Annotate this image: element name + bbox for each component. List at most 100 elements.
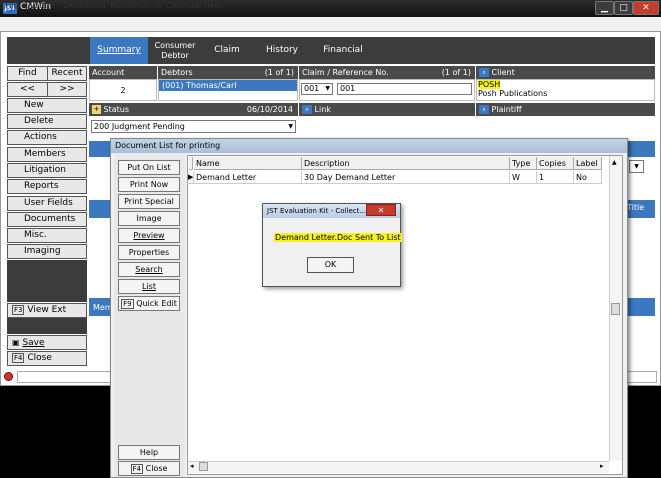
- link-search-icon[interactable]: ⌕: [302, 105, 312, 114]
- quick-edit-label: Quick Edit: [136, 299, 177, 308]
- popup-message: Demand Letter.Doc Sent To List: [274, 233, 402, 242]
- image-button[interactable]: Image: [118, 211, 180, 226]
- row-label[interactable]: No: [574, 171, 602, 184]
- save-button[interactable]: ▣ Save: [7, 335, 87, 350]
- status-light-icon: [4, 372, 13, 381]
- sidebar-documents[interactable]: Documents: [7, 212, 87, 227]
- client-cell: POSH Posh Publications: [476, 79, 655, 101]
- debtors-count: (1 of 1): [264, 68, 294, 77]
- tab-consumer-debtor[interactable]: Consumer Debtor: [150, 37, 200, 64]
- claim-select-value: 001: [304, 84, 320, 93]
- debtor-item[interactable]: (001) Thomas/Carl: [159, 80, 297, 91]
- put-on-list-button[interactable]: Put On List: [118, 160, 180, 175]
- title-column-label: Title: [627, 203, 645, 212]
- close-label: Close: [27, 353, 52, 363]
- help-button[interactable]: Help: [118, 445, 180, 460]
- col-description[interactable]: Description: [302, 157, 510, 170]
- client-label: Client: [491, 68, 515, 77]
- print-special-button[interactable]: Print Special: [118, 194, 180, 209]
- document-list[interactable]: [187, 155, 623, 475]
- chevron-down-icon: ▼: [288, 123, 293, 130]
- status-label: Status: [103, 105, 130, 114]
- sidebar-members[interactable]: Members: [7, 147, 87, 162]
- row-description[interactable]: 30 Day Demand Letter: [302, 171, 510, 184]
- menu-calendar[interactable]: Calendar: [166, 1, 202, 10]
- maximize-button[interactable]: □: [614, 1, 633, 15]
- row-pointer-icon: ▶: [187, 171, 194, 184]
- search-button[interactable]: Search: [118, 262, 180, 277]
- tab-summary[interactable]: Summary: [90, 37, 148, 64]
- sidebar-misc[interactable]: Misc.: [7, 228, 87, 243]
- h-scroll-thumb[interactable]: [199, 462, 208, 471]
- quick-edit-button[interactable]: F9 Quick Edit: [118, 296, 180, 311]
- ok-button[interactable]: OK: [307, 257, 354, 273]
- row-name[interactable]: Demand Letter: [194, 171, 302, 184]
- properties-button[interactable]: Properties: [118, 245, 180, 260]
- scroll-up-icon[interactable]: ▲: [612, 159, 617, 166]
- sidebar-delete[interactable]: Delete: [7, 114, 87, 129]
- horizontal-scrollbar[interactable]: [188, 461, 609, 473]
- view-ext-button[interactable]: F3 View Ext: [7, 303, 87, 318]
- plaintiff-label: Plaintiff: [491, 105, 522, 114]
- tab-financial[interactable]: Financial: [318, 37, 368, 64]
- print-now-button[interactable]: Print Now: [118, 177, 180, 192]
- sidebar-user-fields[interactable]: User Fields: [7, 196, 87, 211]
- row-copies[interactable]: 1: [537, 171, 574, 184]
- link-label: Link: [314, 105, 331, 114]
- menu-system[interactable]: System: [25, 1, 55, 10]
- sidebar-spacer-2: [7, 318, 87, 334]
- next-button[interactable]: >>: [47, 82, 87, 97]
- minimize-button[interactable]: ▁: [595, 1, 614, 15]
- debtors-header: Debtors (1 of 1): [158, 66, 298, 79]
- client-search-icon[interactable]: ⌕: [479, 68, 489, 77]
- col-type[interactable]: Type: [510, 157, 537, 170]
- status-icon: +: [92, 105, 101, 114]
- status-value: 200 Judgment Pending: [94, 122, 185, 131]
- sidebar-litigation[interactable]: Litigation: [7, 163, 87, 178]
- close-key: F4: [12, 353, 25, 363]
- col-name[interactable]: Name: [194, 157, 302, 170]
- find-button[interactable]: Find: [7, 66, 48, 81]
- scroll-left-icon[interactable]: ◂: [190, 462, 194, 470]
- tab-claim[interactable]: Claim: [212, 37, 242, 64]
- row-marker-header: [189, 157, 193, 170]
- list-button[interactable]: List: [118, 279, 180, 294]
- account-header: Account: [89, 66, 157, 79]
- menu-definitions[interactable]: Definitions: [63, 1, 106, 10]
- claim-select[interactable]: 001 ▼: [301, 83, 333, 95]
- tab-history[interactable]: History: [262, 37, 302, 64]
- client-code: POSH: [478, 80, 501, 89]
- tab-consumer-line1: Consumer: [154, 41, 196, 50]
- close-button[interactable]: F4 Close: [7, 351, 87, 366]
- recent-button[interactable]: Recent: [47, 66, 87, 81]
- client-name: Posh Publications: [478, 89, 548, 98]
- menu-bar: [0, 17, 661, 31]
- view-ext-label: View Ext: [27, 305, 67, 315]
- status-select[interactable]: 200 Judgment Pending ▼: [91, 120, 296, 133]
- sidebar-actions[interactable]: Actions: [7, 130, 87, 145]
- row-type[interactable]: W: [510, 171, 537, 184]
- menu-maintenance[interactable]: Maintenance: [110, 1, 162, 10]
- prev-button[interactable]: <<: [7, 82, 48, 97]
- claim-count: (1 of 1): [441, 68, 471, 77]
- sidebar-new[interactable]: New: [7, 98, 87, 113]
- col-label[interactable]: Label: [574, 157, 602, 170]
- popup-close-button[interactable]: ✕: [366, 204, 396, 216]
- debtors-list[interactable]: (001) Thomas/Carl: [158, 79, 298, 101]
- status-header: + Status 06/10/2014: [89, 103, 298, 116]
- preview-button[interactable]: Preview: [118, 228, 180, 243]
- col-copies[interactable]: Copies: [537, 157, 574, 170]
- scroll-thumb[interactable]: [611, 303, 620, 315]
- plaintiff-header: ⌕ Plaintiff: [476, 103, 655, 116]
- dialog-close-button[interactable]: F4 Close: [118, 461, 180, 476]
- scroll-right-icon[interactable]: ▸: [600, 462, 604, 470]
- chevron-down-icon[interactable]: ▼: [629, 160, 644, 173]
- menu-help[interactable]: Help: [204, 1, 222, 10]
- plaintiff-search-icon[interactable]: ⌕: [479, 105, 489, 114]
- sidebar-imaging[interactable]: Imaging: [7, 244, 87, 259]
- claim-input[interactable]: 001: [337, 83, 472, 95]
- save-icon: ▣: [12, 338, 20, 347]
- sidebar-reports[interactable]: Reports: [7, 179, 87, 194]
- close-window-button[interactable]: ✕: [633, 1, 659, 15]
- menu-file[interactable]: File: [5, 1, 18, 10]
